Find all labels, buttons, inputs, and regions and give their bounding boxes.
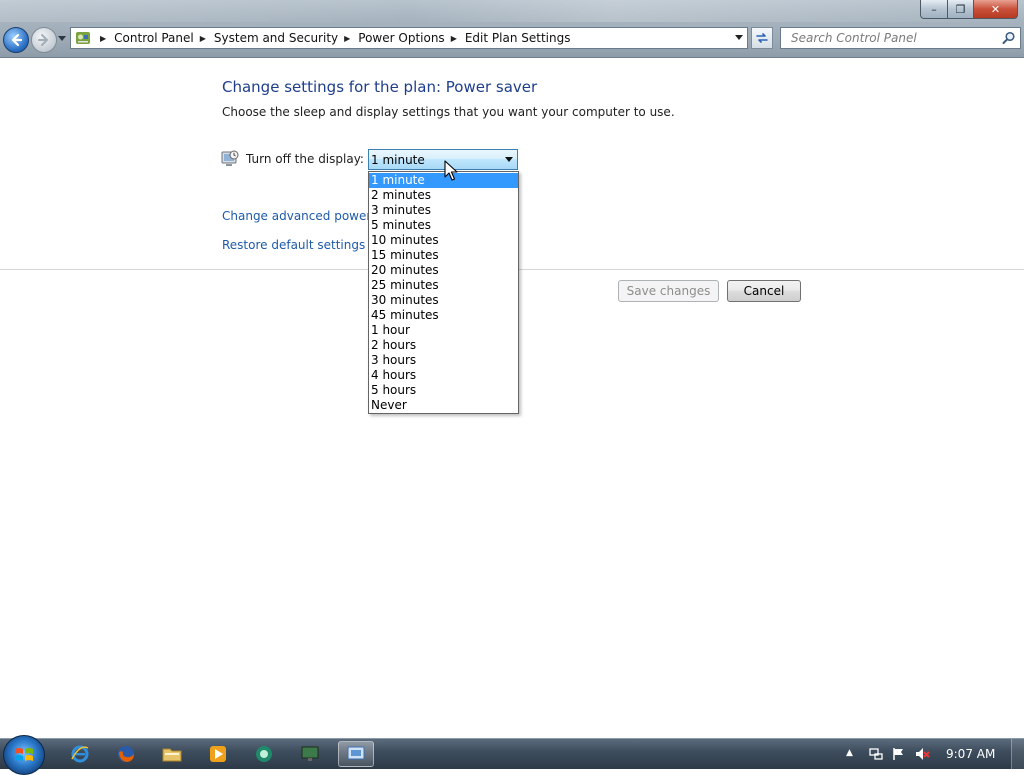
dropdown-option[interactable]: 4 hours bbox=[369, 368, 518, 383]
internet-explorer-icon bbox=[71, 745, 89, 763]
breadcrumb-power-options[interactable]: Power Options bbox=[358, 31, 444, 45]
firefox-icon bbox=[118, 746, 134, 762]
window-chrome: – ❐ ✕ ▶ Control Panel ▶ System and Secur… bbox=[0, 0, 1024, 58]
breadcrumb-separator-icon[interactable]: ▶ bbox=[344, 34, 350, 43]
breadcrumb-separator-icon[interactable]: ▶ bbox=[100, 34, 106, 43]
restore-default-settings-link[interactable]: Restore default settings for this plan bbox=[222, 238, 368, 252]
cancel-button[interactable]: Cancel bbox=[727, 280, 801, 302]
chevron-down-icon bbox=[505, 157, 513, 162]
breadcrumb-system-and-security[interactable]: System and Security bbox=[214, 31, 338, 45]
change-advanced-power-settings-link[interactable]: Change advanced power settings bbox=[222, 209, 368, 223]
dropdown-option[interactable]: 5 minutes bbox=[369, 218, 518, 233]
media-center-icon bbox=[256, 746, 272, 762]
close-button[interactable]: ✕ bbox=[974, 0, 1018, 19]
forward-arrow-icon bbox=[38, 34, 48, 46]
dropdown-option[interactable]: 5 hours bbox=[369, 383, 518, 398]
turn-off-display-select[interactable]: 1 minute bbox=[368, 149, 518, 170]
address-bar[interactable]: ▶ Control Panel ▶ System and Security ▶ … bbox=[70, 27, 748, 49]
taskbar-firefox[interactable] bbox=[108, 741, 144, 767]
restore-icon: ❐ bbox=[955, 2, 966, 16]
recent-pages-dropdown[interactable] bbox=[57, 34, 67, 44]
close-icon: ✕ bbox=[990, 2, 1001, 16]
control-panel-icon bbox=[74, 29, 92, 47]
monitor-power-icon bbox=[221, 150, 239, 166]
monitor-icon bbox=[301, 746, 319, 761]
breadcrumb-separator-icon[interactable]: ▶ bbox=[200, 34, 206, 43]
dropdown-option[interactable]: 45 minutes bbox=[369, 308, 518, 323]
taskbar-internet-explorer[interactable] bbox=[62, 741, 98, 767]
taskbar-file-explorer[interactable] bbox=[154, 741, 190, 767]
dropdown-option[interactable]: 10 minutes bbox=[369, 233, 518, 248]
page-title: Change settings for the plan: Power save… bbox=[222, 78, 538, 96]
action-center-flag-icon[interactable] bbox=[891, 746, 907, 762]
dropdown-option[interactable]: 25 minutes bbox=[369, 278, 518, 293]
search-icon[interactable] bbox=[1002, 31, 1016, 45]
dropdown-option[interactable]: 1 hour bbox=[369, 323, 518, 338]
breadcrumb-separator-icon[interactable]: ▶ bbox=[451, 34, 457, 43]
display-timeout-dropdown-list[interactable]: 1 minute 2 minutes 3 minutes 5 minutes 10 mi… bbox=[368, 171, 519, 414]
chevron-down-icon bbox=[735, 35, 743, 40]
address-history-dropdown[interactable] bbox=[731, 28, 747, 48]
turn-off-display-label: Turn off the display: bbox=[246, 152, 364, 166]
minimize-button[interactable]: – bbox=[920, 0, 948, 19]
refresh-icon bbox=[756, 33, 768, 43]
search-box[interactable] bbox=[780, 27, 1021, 49]
dropdown-option[interactable]: 3 hours bbox=[369, 353, 518, 368]
show-hidden-icons-icon[interactable]: ▲ bbox=[846, 748, 853, 758]
minimize-icon: – bbox=[931, 2, 937, 16]
mouse-pointer-icon bbox=[444, 160, 458, 181]
dropdown-option[interactable]: Never bbox=[369, 398, 518, 413]
taskbar-media-center[interactable] bbox=[246, 741, 282, 767]
dropdown-option[interactable]: 2 minutes bbox=[369, 188, 518, 203]
system-clock[interactable]: 9:07 AM bbox=[946, 747, 995, 761]
window-controls: – ❐ ✕ bbox=[920, 0, 1018, 19]
control-panel-icon bbox=[347, 746, 365, 760]
dropdown-option[interactable]: 2 hours bbox=[369, 338, 518, 353]
search-input[interactable] bbox=[789, 30, 1003, 46]
back-arrow-icon bbox=[11, 33, 23, 47]
taskbar-control-panel[interactable] bbox=[338, 741, 374, 767]
dropdown-option[interactable]: 30 minutes bbox=[369, 293, 518, 308]
taskbar: ▲ 9:07 AM bbox=[0, 735, 1024, 775]
refresh-button[interactable] bbox=[751, 27, 773, 49]
folder-icon bbox=[162, 748, 182, 762]
start-button[interactable] bbox=[3, 735, 45, 775]
taskbar-remote-desktop[interactable] bbox=[292, 741, 328, 767]
network-icon[interactable] bbox=[868, 746, 884, 762]
back-button[interactable] bbox=[3, 27, 29, 53]
forward-button[interactable] bbox=[31, 27, 57, 53]
maximize-button[interactable]: ❐ bbox=[948, 0, 974, 19]
taskbar-media-player[interactable] bbox=[200, 741, 236, 767]
save-changes-button[interactable]: Save changes bbox=[618, 280, 719, 302]
media-player-icon bbox=[210, 746, 226, 762]
dropdown-option[interactable]: 20 minutes bbox=[369, 263, 518, 278]
breadcrumb-edit-plan-settings[interactable]: Edit Plan Settings bbox=[465, 31, 571, 45]
chevron-down-icon bbox=[58, 36, 66, 41]
breadcrumb-control-panel[interactable]: Control Panel bbox=[114, 31, 194, 45]
dropdown-option[interactable]: 15 minutes bbox=[369, 248, 518, 263]
dropdown-option[interactable]: 3 minutes bbox=[369, 203, 518, 218]
volume-muted-icon[interactable] bbox=[914, 746, 930, 762]
windows-logo-icon bbox=[15, 748, 33, 761]
select-current-value: 1 minute bbox=[371, 153, 425, 167]
show-desktop-button[interactable] bbox=[1011, 739, 1024, 769]
page-subtitle: Choose the sleep and display settings th… bbox=[222, 105, 675, 119]
